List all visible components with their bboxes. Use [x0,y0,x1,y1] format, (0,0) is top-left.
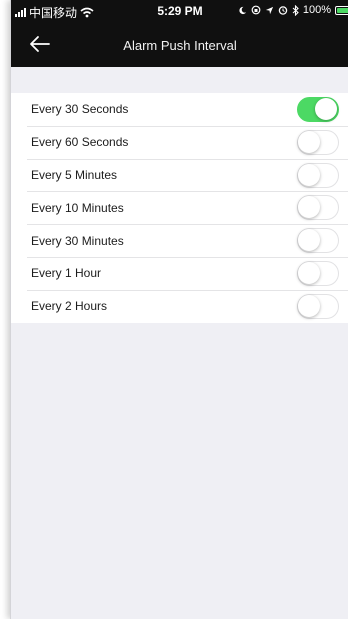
toggle-knob [298,229,320,252]
option-every-30-seconds[interactable]: Every 30 Seconds [11,93,348,126]
option-label: Every 60 Seconds [31,135,129,150]
toggle-switch[interactable] [297,162,339,188]
toggle-knob [298,163,320,186]
moon-icon [239,6,246,14]
toggle-knob [298,261,320,284]
location-icon [265,6,273,14]
toggle-switch[interactable] [297,97,339,122]
nav-bar: Alarm Push Interval [11,30,348,64]
option-label: Every 30 Seconds [31,102,129,117]
toggle-switch[interactable] [297,293,339,319]
option-every-10-minutes[interactable]: Every 10 Minutes [11,191,348,224]
page-title: Alarm Push Interval [123,38,237,53]
toggle-switch[interactable] [297,228,339,254]
option-every-60-seconds[interactable]: Every 60 Seconds [11,125,348,159]
option-label: Every 10 Minutes [31,200,124,215]
option-label: Every 1 Hour [31,266,102,281]
option-every-30-minutes[interactable]: Every 30 Minutes [11,224,348,257]
status-right: 100% [238,4,348,16]
toggle-switch[interactable] [297,129,339,155]
option-label: Every 2 Hours [31,299,108,314]
bluetooth-icon [292,4,299,16]
option-every-2-hours[interactable]: Every 2 Hours [11,289,348,323]
interval-options-list: Every 30 Seconds Every 60 Seconds Every … [11,93,348,323]
option-every-1-hour[interactable]: Every 1 Hour [11,256,348,290]
toggle-knob [298,130,320,153]
alarm-icon [278,6,288,15]
option-label: Every 5 Minutes [31,167,118,182]
status-bar: 中国移动 5:29 PM 100% [11,0,348,20]
option-every-5-minutes[interactable]: Every 5 Minutes [11,158,348,192]
toggle-switch[interactable] [297,260,339,286]
toggle-switch[interactable] [297,195,339,221]
top-bar: 中国移动 5:29 PM 100% Alarm Push Interval [11,0,348,67]
toggle-knob [315,98,337,120]
orientation-lock-icon [251,5,261,15]
battery-icon [335,5,348,15]
app-screen: 中国移动 5:29 PM 100% Alarm Push Interval Ev… [10,0,348,619]
toggle-knob [298,294,320,317]
option-label: Every 30 Minutes [31,233,124,248]
battery-percent: 100% [302,4,331,16]
toggle-knob [298,196,320,219]
